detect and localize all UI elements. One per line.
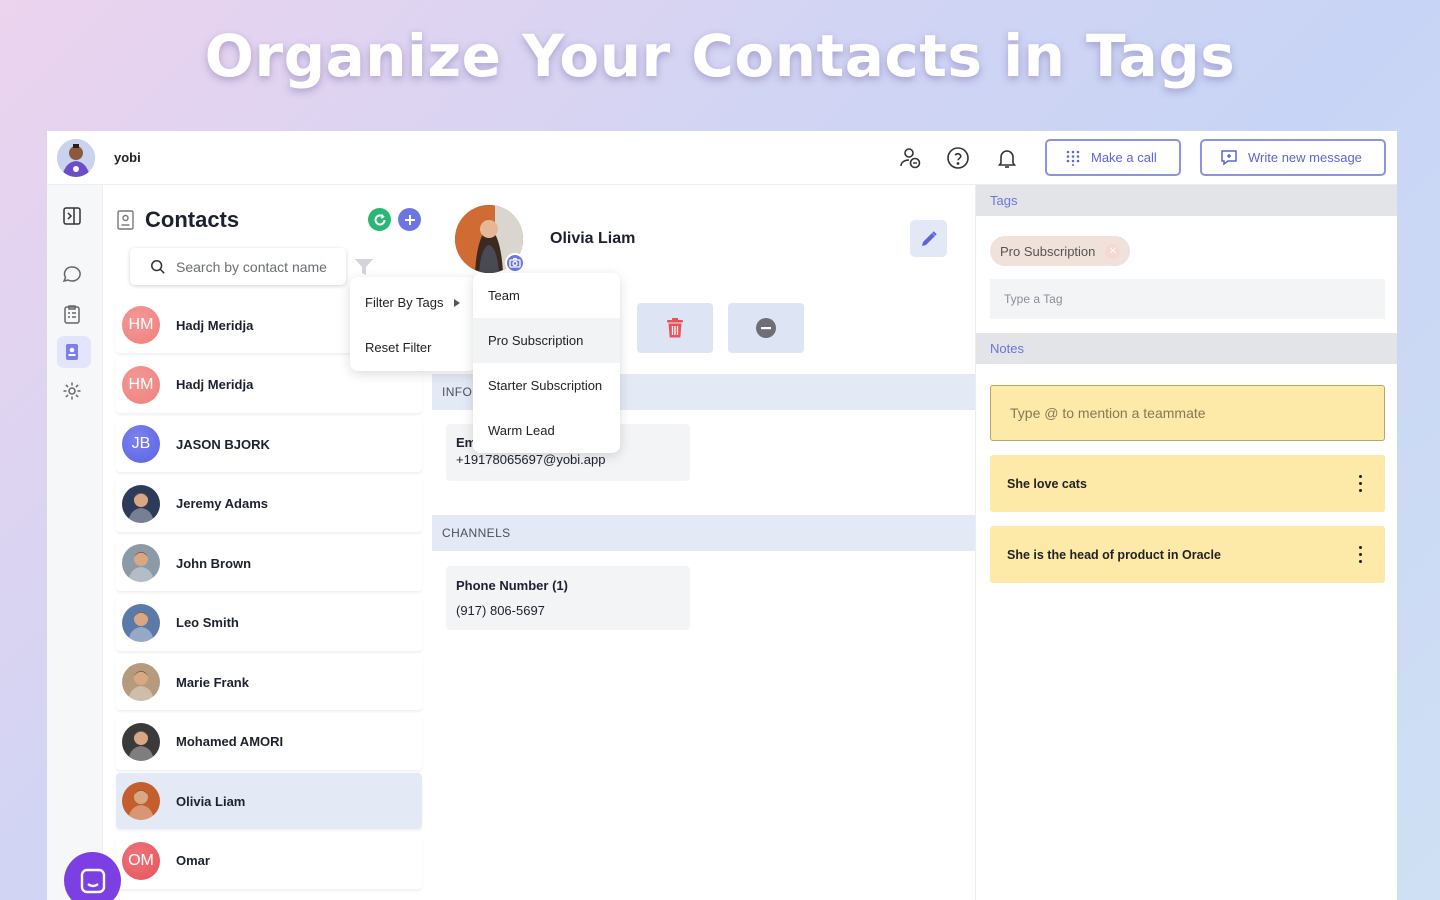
block-contact-button[interactable] [728, 303, 804, 353]
contact-name-label: Jeremy Adams [176, 496, 269, 511]
contact-avatar [122, 544, 160, 582]
minus-circle-icon [756, 318, 776, 338]
contact-row[interactable]: Leo Smith [116, 594, 422, 651]
contact-name-label: John Brown [176, 555, 252, 571]
write-message-button[interactable]: Write new message [1200, 139, 1386, 176]
contact-name-label: Omar [176, 853, 210, 868]
delete-contact-button[interactable] [637, 303, 713, 353]
contact-avatar: OM [122, 841, 160, 880]
contact-row[interactable]: JB JASON BJORK [116, 416, 422, 472]
caret-right-icon [453, 298, 460, 307]
contact-name-label: Olivia Liam [176, 793, 246, 809]
note-input[interactable] [990, 385, 1385, 441]
trash-icon [667, 318, 683, 338]
user-avatar[interactable] [57, 139, 95, 177]
tags-submenu: Team Pro Subscription Starter Subscripti… [473, 273, 620, 453]
make-call-button[interactable]: Make a call [1045, 139, 1181, 176]
tags-notes-panel: Tags Pro Subscription ✕ Notes She love c… [975, 185, 1397, 900]
tag-input[interactable] [990, 279, 1385, 319]
contact-name-label: JASON BJORK [176, 436, 270, 452]
contact-name-label: Leo Smith [176, 615, 239, 630]
contacts-title: Contacts [145, 207, 240, 232]
refresh-icon [374, 213, 385, 225]
more-options-icon[interactable] [1353, 473, 1367, 495]
contact-name-label: Hadj Meridja [176, 317, 254, 333]
settings-icon[interactable] [61, 380, 83, 402]
contact-name-label: Marie Frank [176, 674, 249, 690]
add-contact-button[interactable] [398, 208, 421, 231]
plus-icon [404, 214, 415, 225]
hero-title: Organize Your Contacts in Tags [204, 22, 1236, 90]
edit-contact-button[interactable] [910, 220, 947, 257]
help-icon[interactable] [946, 146, 970, 170]
tag-option-warm-lead[interactable]: Warm Lead [473, 408, 620, 453]
tag-chip-label: Pro Subscription [1000, 243, 1096, 259]
user-status-icon[interactable] [898, 146, 922, 170]
chat-bubble-icon [80, 868, 105, 893]
contact-avatar: JB [122, 425, 160, 463]
contacts-book-icon [116, 209, 136, 231]
tag-option-pro-subscription[interactable]: Pro Subscription [473, 318, 620, 363]
channels-section-header: CHANNELS [432, 515, 975, 551]
email-value: +19178065697@yobi.app [456, 452, 606, 467]
notes-header: Notes [976, 333, 1397, 364]
contact-row[interactable]: Jeremy Adams [116, 475, 422, 532]
refresh-button[interactable] [368, 208, 391, 231]
contact-row[interactable]: OM Omar [116, 832, 422, 889]
tag-option-team[interactable]: Team [473, 273, 620, 318]
more-options-icon[interactable] [1353, 544, 1367, 566]
write-message-label: Write new message [1248, 150, 1362, 165]
contact-avatar [122, 663, 160, 701]
filter-by-tags-label: Filter By Tags [365, 295, 444, 310]
contact-avatar: HM [122, 306, 160, 344]
contact-avatar [122, 603, 160, 642]
contact-list: HM Hadj Meridja HM Hadj Meridja JB JASON BJOR… [116, 297, 422, 892]
make-call-label: Make a call [1091, 150, 1157, 165]
support-chat-button[interactable] [64, 852, 121, 900]
pencil-icon [921, 230, 937, 246]
search-icon [151, 259, 165, 274]
dialpad-icon [1066, 150, 1080, 166]
filter-menu: Filter By Tags Reset Filter [350, 277, 476, 371]
contact-avatar [122, 782, 160, 820]
note-text: She love cats [1007, 476, 1087, 491]
left-rail [47, 185, 103, 900]
contact-row[interactable]: Olivia Liam [116, 773, 422, 829]
collapse-sidebar-icon[interactable] [61, 205, 83, 227]
chat-icon[interactable] [61, 264, 83, 286]
change-photo-button[interactable] [505, 253, 525, 273]
filter-by-tags-item[interactable]: Filter By Tags [365, 295, 460, 310]
tags-header: Tags [976, 185, 1397, 216]
camera-icon [509, 257, 521, 268]
search-box [130, 248, 346, 285]
contacts-nav-icon[interactable] [61, 341, 83, 363]
contact-row[interactable]: Marie Frank [116, 654, 422, 710]
bell-icon[interactable] [995, 146, 1019, 170]
tag-option-starter-subscription[interactable]: Starter Subscription [473, 363, 620, 408]
contact-avatar [122, 722, 160, 761]
remove-tag-icon[interactable]: ✕ [1105, 243, 1121, 259]
search-input[interactable] [176, 258, 346, 275]
phone-label: Phone Number (1) [456, 578, 568, 593]
phone-value[interactable]: (917) 806-5697 [456, 603, 680, 618]
contact-avatar [122, 484, 160, 523]
contact-row[interactable]: John Brown [116, 535, 422, 591]
phone-card: Phone Number (1) (917) 806-5697 [446, 566, 690, 630]
contact-name: Olivia Liam [550, 230, 636, 247]
note-item: She love cats [990, 455, 1385, 512]
contact-name-label: Hadj Meridja [176, 377, 254, 392]
filter-icon[interactable] [354, 257, 374, 277]
note-item: She is the head of product in Oracle [990, 526, 1385, 583]
contact-name-label: Mohamed AMORI [176, 734, 284, 749]
brand-name: yobi [114, 150, 141, 165]
contact-row[interactable]: Mohamed AMORI [116, 713, 422, 770]
new-message-icon [1221, 149, 1237, 165]
app-window: yobi Make a call Write new message Conta… [47, 131, 1397, 900]
tag-chip: Pro Subscription ✕ [990, 236, 1131, 266]
top-bar: yobi Make a call Write new message [47, 131, 1397, 185]
reset-filter-item[interactable]: Reset Filter [365, 340, 431, 355]
tasks-icon[interactable] [61, 303, 83, 325]
note-text: She is the head of product in Oracle [1007, 547, 1221, 562]
contact-avatar: HM [122, 365, 160, 404]
